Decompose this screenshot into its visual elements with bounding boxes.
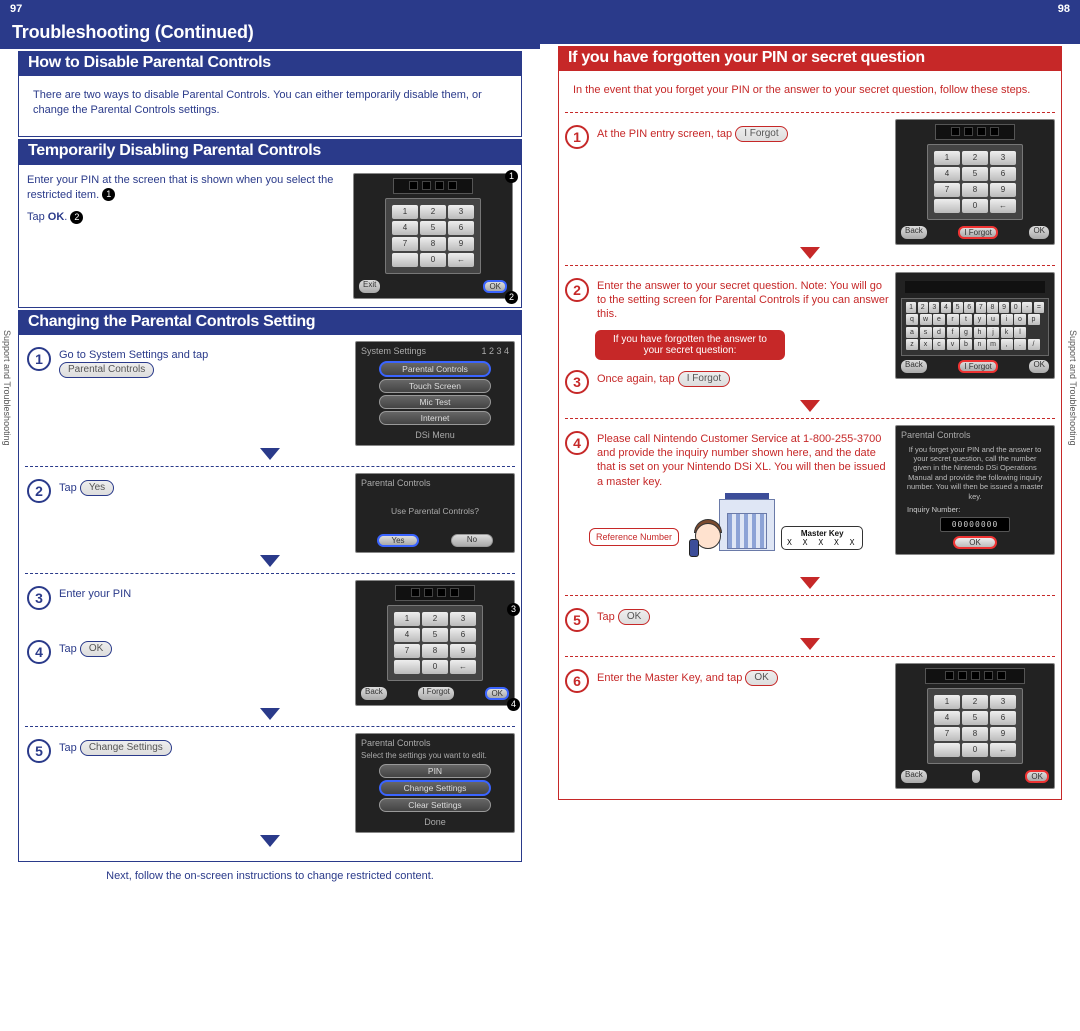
r-step-3-text: Once again, tap I Forgot <box>597 368 889 387</box>
arrow-down-icon <box>260 448 280 460</box>
temp-step1: Enter your PIN at the screen that is sho… <box>27 173 345 203</box>
step-num-4: 4 <box>27 640 51 664</box>
sidebar-label-left: Support and Troubleshooting <box>2 330 12 446</box>
pill-ok-r5: OK <box>618 609 650 625</box>
master-key-bubble: Master Key X X X X X <box>781 526 863 550</box>
arrow-down-icon <box>800 638 820 650</box>
ds-screen-system-settings: System Settings1 2 3 4 Parental Controls… <box>355 341 515 446</box>
step-5-text: Tap Change Settings <box>59 737 349 756</box>
ds-r-keyboard: 1234567890-= qwertyuiop asdfghjkl zxcvbn… <box>895 272 1055 379</box>
arrow-down-icon <box>800 400 820 412</box>
step-2-text: Tap Yes <box>59 477 349 496</box>
step-num-1: 1 <box>27 347 51 371</box>
pill-change-settings: Change Settings <box>80 740 172 756</box>
ds-screen-change-settings: Parental Controls Select the settings yo… <box>355 733 515 833</box>
step-num-5: 5 <box>27 739 51 763</box>
step-4-text: Tap OK <box>59 638 349 657</box>
r-step-6: 6 <box>565 669 589 693</box>
r-step-5-text: Tap OK <box>597 606 1055 625</box>
ds-screen-enter-pin: 1234567890← BackI ForgotOK 3 4 <box>355 580 515 706</box>
ds-r-pin: 1234567890← BackI ForgotOK <box>895 119 1055 245</box>
ds-screen-pin-exit-ok: 1234567890← ExitOK 1 2 <box>353 173 513 299</box>
ds-screen-use-pc: Parental Controls Use Parental Controls?… <box>355 473 515 553</box>
page-number-right: 98 <box>1058 3 1070 15</box>
section-temp-disable: Temporarily Disabling Parental Controls <box>18 139 522 164</box>
arrow-down-icon <box>260 555 280 567</box>
r-step-6-text: Enter the Master Key, and tap OK <box>597 667 889 686</box>
r-step-1: 1 <box>565 125 589 149</box>
r-step-3: 3 <box>565 370 589 394</box>
ds-r-masterkey: 1234567890← BackOK <box>895 663 1055 789</box>
step-num-2: 2 <box>27 479 51 503</box>
section-change-setting: Changing the Parental Controls Setting <box>18 310 522 335</box>
page-number-left: 97 <box>10 3 22 15</box>
chapter-title: Troubleshooting (Continued) <box>0 18 540 49</box>
pill-yes: Yes <box>80 480 114 496</box>
ds-r-inquiry: Parental Controls If you forget your PIN… <box>895 425 1055 555</box>
pill-iforgot-1: I Forgot <box>735 126 787 142</box>
r-step-1-text: At the PIN entry screen, tap I Forgot <box>597 123 889 142</box>
forgot-answer-note: If you have forgotten the answer to your… <box>595 330 785 360</box>
step-num-3: 3 <box>27 586 51 610</box>
marker-1: 1 <box>102 188 115 201</box>
arrow-down-icon <box>260 708 280 720</box>
customer-service-illustration <box>685 499 775 575</box>
temp-step2: Tap OK. 2 <box>27 210 345 225</box>
r-step-4: 4 <box>565 431 589 455</box>
forgot-intro: In the event that you forget your PIN or… <box>565 77 1055 106</box>
r-step-2: 2 <box>565 278 589 302</box>
r-step-4-text: Please call Nintendo Customer Service at… <box>597 429 889 489</box>
left-footer: Next, follow the on-screen instructions … <box>18 864 522 884</box>
pill-iforgot-2: I Forgot <box>678 371 730 387</box>
r-step-2-text: Enter the answer to your secret question… <box>597 276 889 322</box>
pill-ok: OK <box>80 641 112 657</box>
arrow-down-icon <box>260 835 280 847</box>
r-step-5: 5 <box>565 608 589 632</box>
sidebar-label-right: Support and Troubleshooting <box>1068 330 1078 446</box>
section-how-to: How to Disable Parental Controls <box>18 51 522 76</box>
arrow-down-icon <box>800 247 820 259</box>
arrow-down-icon <box>800 577 820 589</box>
marker-2: 2 <box>70 211 83 224</box>
pill-ok-r6: OK <box>745 670 777 686</box>
pill-parental-controls: Parental Controls <box>59 362 154 378</box>
step-1-text: Go to System Settings and tap Parental C… <box>59 345 349 378</box>
reference-number-label: Reference Number <box>589 528 679 546</box>
section-forgot-pin: If you have forgotten your PIN or secret… <box>558 46 1062 71</box>
how-to-body: There are two ways to disable Parental C… <box>25 82 515 126</box>
step-3-text: Enter your PIN <box>59 584 349 601</box>
